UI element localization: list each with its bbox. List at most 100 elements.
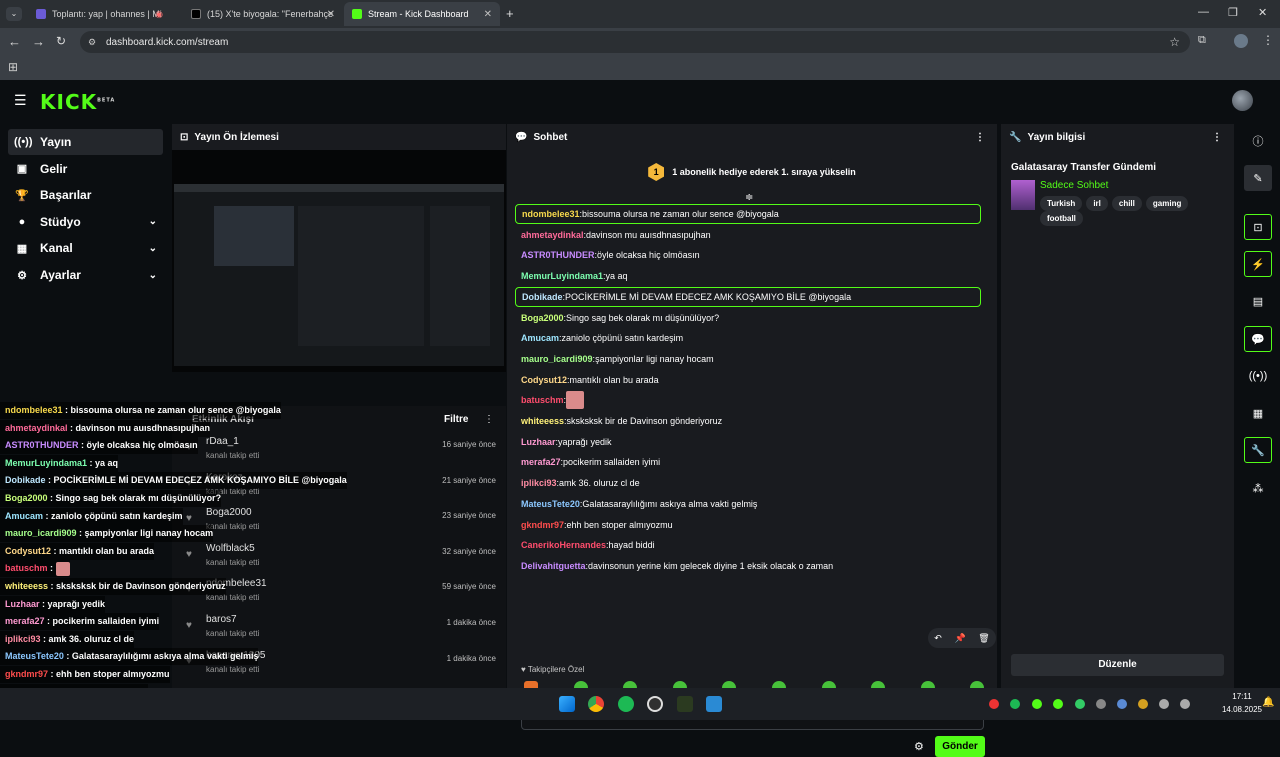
tray-icon-8[interactable] bbox=[1138, 699, 1148, 709]
broadcast-toggle-icon[interactable]: ((•)) bbox=[1244, 363, 1272, 389]
chat-message[interactable]: Amucam: zaniolo çöpünü satın kardeşim bbox=[515, 328, 981, 348]
reload-icon[interactable]: ↻ bbox=[56, 34, 66, 48]
obs-icon[interactable] bbox=[647, 696, 663, 712]
sidebar-item-5[interactable]: ⚙ Ayarlar ⌄ bbox=[8, 262, 163, 288]
notifications-icon[interactable]: 🔔 bbox=[1262, 697, 1274, 708]
photos-icon[interactable] bbox=[706, 696, 722, 712]
close-tab-3-icon[interactable]: ✕ bbox=[484, 9, 492, 20]
chat-username[interactable]: Amucam bbox=[521, 333, 559, 343]
kick-app-icon[interactable] bbox=[677, 696, 693, 712]
minimize-icon[interactable]: — bbox=[1198, 6, 1209, 18]
kick-logo[interactable]: KICKBETA bbox=[40, 90, 115, 114]
chat-message[interactable]: ahmetaydinkal: davinson mu auısdhnasıpuj… bbox=[515, 225, 981, 245]
new-tab-icon[interactable]: + bbox=[506, 6, 514, 21]
chat-username[interactable]: Codysut12 bbox=[521, 375, 567, 385]
tray-icon-4[interactable] bbox=[1053, 699, 1063, 709]
info-icon[interactable]: ⓘ bbox=[1244, 128, 1272, 154]
chat-message[interactable]: mauro_icardi909: şampiyonlar ligi nanay … bbox=[515, 349, 981, 369]
back-icon[interactable]: ← bbox=[8, 34, 21, 49]
chat-message[interactable]: Dobikade: POCİKERİMLE Mİ DEVAM EDECEZ AM… bbox=[515, 286, 981, 307]
chat-username[interactable]: Luzhaar bbox=[521, 437, 556, 447]
tray-icon-9[interactable] bbox=[1159, 699, 1169, 709]
chat-username[interactable]: mauro_icardi909 bbox=[521, 354, 593, 364]
filter-button[interactable]: Filtre bbox=[444, 414, 468, 425]
pinned-expand-icon[interactable]: ≑ bbox=[745, 192, 753, 203]
url-field[interactable]: ⚙ dashboard.kick.com/stream ☆ bbox=[80, 31, 1190, 53]
document-icon[interactable]: ▤ bbox=[1244, 288, 1272, 314]
chat-username[interactable]: merafa27 bbox=[521, 457, 561, 467]
tray-icon-3[interactable] bbox=[1032, 699, 1042, 709]
profile-icon[interactable] bbox=[1234, 34, 1248, 48]
windows-start-icon[interactable] bbox=[559, 696, 575, 712]
chat-message[interactable]: ndombelee31: bissouma olursa ne zaman ol… bbox=[515, 204, 981, 224]
chrome-icon[interactable] bbox=[588, 696, 604, 712]
clock-date[interactable]: 14.08.2025 bbox=[1208, 705, 1262, 714]
chevron-down-icon[interactable]: ⌄ bbox=[149, 270, 157, 281]
pin-icon[interactable]: 📌 bbox=[954, 633, 965, 644]
preview-toggle-icon[interactable]: ⊡ bbox=[1244, 214, 1272, 240]
chat-message[interactable]: Delivahitguetta: davinsonun yerine kim g… bbox=[515, 556, 981, 576]
chat-username[interactable]: Delivahitguetta bbox=[521, 561, 586, 571]
tag-gaming[interactable]: gaming bbox=[1145, 196, 1189, 211]
clock-time[interactable]: 17:11 bbox=[1222, 692, 1262, 701]
chat-message[interactable]: MateusTete20: Galatasaraylılığımı askıya… bbox=[515, 494, 981, 514]
bookmark-star-icon[interactable]: ☆ bbox=[1169, 35, 1180, 49]
send-button[interactable]: Gönder bbox=[935, 736, 985, 757]
info-toggle-icon[interactable]: 🔧 bbox=[1244, 437, 1272, 463]
chat-username[interactable]: ASTR0THUNDER bbox=[521, 250, 595, 260]
site-info-icon[interactable]: ⚙ bbox=[88, 37, 96, 48]
chat-username[interactable]: CanerikoHernandes bbox=[521, 540, 606, 550]
close-window-icon[interactable]: ✕ bbox=[1258, 6, 1267, 19]
edit-pencil-icon[interactable]: ✎ bbox=[1244, 165, 1272, 191]
sidebar-item-1[interactable]: ▣ Gelir bbox=[8, 156, 163, 182]
reply-icon[interactable]: ↶ bbox=[934, 633, 942, 644]
tray-icon-6[interactable] bbox=[1096, 699, 1106, 709]
tray-icon-10[interactable] bbox=[1180, 699, 1190, 709]
tag-chill[interactable]: chill bbox=[1111, 196, 1142, 211]
chat-username[interactable]: ahmetaydinkal bbox=[521, 230, 584, 240]
chat-username[interactable]: iplikci93 bbox=[521, 478, 557, 488]
hamburger-menu-icon[interactable]: ☰ bbox=[14, 92, 27, 109]
chat-username[interactable]: gkndmr97 bbox=[521, 520, 564, 530]
activity-menu-icon[interactable]: ⋮ bbox=[484, 414, 494, 425]
spotify-icon[interactable] bbox=[618, 696, 634, 712]
tag-football[interactable]: football bbox=[1040, 211, 1083, 226]
stream-preview-video[interactable] bbox=[172, 150, 506, 372]
tray-icon-7[interactable] bbox=[1117, 699, 1127, 709]
chat-username[interactable]: whiteeess bbox=[521, 416, 564, 426]
chat-toggle-icon[interactable]: 💬 bbox=[1244, 326, 1272, 352]
chat-message[interactable]: Luzhaar: yaprağı yedik bbox=[515, 432, 981, 452]
maximize-icon[interactable]: ❐ bbox=[1228, 6, 1238, 19]
tab-list-chevron-icon[interactable]: ⌄ bbox=[6, 7, 22, 21]
chat-username[interactable]: Boga2000 bbox=[521, 313, 564, 323]
chat-message[interactable]: iplikci93: amk 36. oluruz cl de bbox=[515, 473, 981, 493]
chat-message[interactable]: Boga2000: Singo sag bek olarak mı düşünü… bbox=[515, 308, 981, 328]
user-avatar[interactable] bbox=[1232, 90, 1253, 111]
chat-username[interactable]: batuschm bbox=[521, 395, 564, 405]
extensions-icon[interactable]: ⧉ bbox=[1198, 34, 1206, 47]
apps-grid-icon[interactable]: ⊞ bbox=[8, 60, 18, 74]
tag-turkish[interactable]: Turkish bbox=[1040, 196, 1083, 211]
activity-toggle-icon[interactable]: ▦ bbox=[1244, 400, 1272, 426]
edit-button[interactable]: Düzenle bbox=[1011, 654, 1224, 676]
browser-tab-1[interactable]: Toplantı: yap | ohannes | Mi ◉ bbox=[28, 4, 173, 24]
delete-icon[interactable]: 🗑 bbox=[978, 633, 989, 644]
sidebar-item-2[interactable]: 🏆 Başarılar bbox=[8, 182, 163, 208]
browser-menu-icon[interactable]: ⋮ bbox=[1262, 33, 1274, 47]
browser-tab-2[interactable]: (15) X'te biyogala: "Fenerbahçe ✕ bbox=[183, 4, 343, 24]
sidebar-item-4[interactable]: ▦ Kanal ⌄ bbox=[8, 235, 163, 261]
chat-menu-icon[interactable]: ⋮ bbox=[975, 132, 985, 143]
sidebar-item-0[interactable]: ((•)) Yayın bbox=[8, 129, 163, 155]
lightning-icon[interactable]: ⚡ bbox=[1244, 251, 1272, 277]
chat-username[interactable]: MateusTete20 bbox=[521, 499, 580, 509]
chevron-down-icon[interactable]: ⌄ bbox=[149, 216, 157, 227]
chat-username[interactable]: ndombelee31 bbox=[522, 209, 580, 219]
chat-message[interactable]: MemurLuyindama1: ya aq bbox=[515, 266, 981, 286]
pinned-banner[interactable]: 1 1 abonelik hediye ederek 1. sıraya yük… bbox=[507, 152, 997, 192]
chat-message[interactable]: ASTR0THUNDER: öyle olcaksa hiç olmöasın bbox=[515, 245, 981, 265]
chat-message[interactable]: gkndmr97: ehh ben stoper almıyozmu bbox=[515, 515, 981, 535]
category-name[interactable]: Sadece Sohbet bbox=[1040, 180, 1108, 191]
chat-message[interactable]: Codysut12: mantıklı olan bu arada bbox=[515, 370, 981, 390]
chat-message[interactable]: whiteeess: sksksksk bir de Davinson gönd… bbox=[515, 411, 981, 431]
chat-message[interactable]: CanerikoHernandes: hayad biddi bbox=[515, 535, 981, 555]
